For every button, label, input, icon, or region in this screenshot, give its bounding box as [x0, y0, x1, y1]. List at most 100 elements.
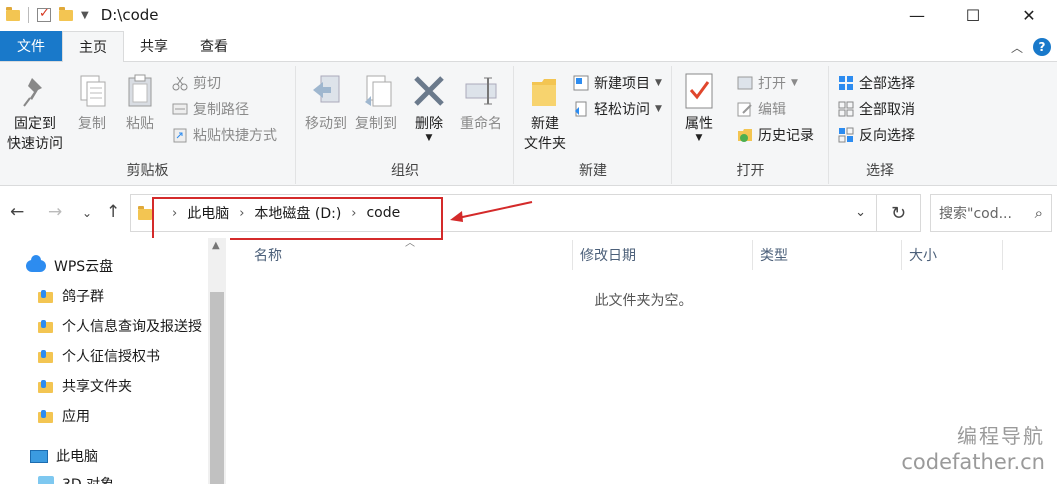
organize-group: 移动到 复制到 删除 ▼ 重命名 组织 — [297, 66, 514, 184]
sidebar-item-credit-authorization[interactable]: 个人征信授权书 — [38, 346, 160, 366]
tab-view[interactable]: 查看 — [184, 31, 244, 61]
toolbar-divider — [28, 7, 29, 23]
copy-to-label: 复制到 — [355, 116, 397, 132]
close-button[interactable]: ✕ — [1001, 0, 1057, 30]
scroll-up-icon[interactable]: ▲ — [212, 240, 220, 251]
sidebar-item-shared-folder[interactable]: 共享文件夹 — [38, 376, 132, 396]
shared-folder-icon — [38, 349, 54, 363]
customize-toolbar-dropdown-icon[interactable]: ▼ — [81, 10, 89, 21]
new-folder-label-line2: 文件夹 — [524, 136, 566, 152]
select-none-label: 全部取消 — [859, 102, 915, 118]
copy-path-button[interactable]: 复制路径 — [172, 98, 249, 120]
paste-button[interactable]: 粘贴 — [120, 72, 160, 134]
new-folder-button[interactable]: 新建 文件夹 — [519, 72, 571, 154]
new-item-icon — [573, 75, 589, 91]
move-to-button[interactable]: 移动到 — [301, 72, 351, 134]
help-icon[interactable]: ? — [1033, 38, 1051, 56]
open-dropdown-icon: ▼ — [791, 78, 798, 88]
new-folder-icon — [528, 72, 562, 110]
recent-locations-chevron-icon[interactable]: ⌄ — [82, 206, 92, 220]
history-label: 历史记录 — [758, 128, 814, 144]
column-header-size[interactable]: 大小 — [909, 240, 937, 270]
sidebar-item-personal-info[interactable]: 个人信息查询及报送授 — [38, 316, 208, 336]
scrollbar-thumb[interactable] — [210, 292, 224, 484]
apps-folder-icon — [38, 409, 54, 423]
navigation-pane: WPS云盘 鸽子群 个人信息查询及报送授 个人征信授权书 共享文件夹 应用 此电… — [0, 238, 230, 484]
column-divider[interactable] — [1002, 240, 1003, 270]
properties-icon[interactable] — [37, 6, 51, 22]
paste-shortcut-button[interactable]: 粘贴快捷方式 — [172, 124, 277, 146]
watermark-url: codefather.cn — [901, 450, 1045, 474]
up-arrow-icon[interactable]: ↑ — [106, 202, 120, 222]
sidebar-item-3d-objects[interactable]: 3D 对象 — [38, 474, 114, 484]
paste-label: 粘贴 — [126, 116, 154, 132]
sidebar-scrollbar[interactable]: ▲ — [208, 238, 226, 484]
title-bar: ▼ D:\code — ☐ ✕ — [0, 0, 1057, 30]
clipboard-group-label: 剪贴板 — [126, 163, 169, 179]
sidebar-item-apps[interactable]: 应用 — [38, 406, 90, 426]
collapse-ribbon-icon[interactable]: ︿ — [1011, 39, 1023, 56]
history-button[interactable]: 历史记录 — [737, 124, 814, 146]
copy-to-button[interactable]: 复制到 — [351, 72, 401, 134]
watermark-title: 编程导航 — [957, 424, 1045, 448]
sidebar-item-wps-cloud[interactable]: WPS云盘 — [26, 255, 114, 276]
sidebar-item-this-pc[interactable]: 此电脑 — [30, 446, 98, 466]
select-none-icon — [838, 101, 854, 117]
sidebar-item-label: WPS云盘 — [54, 259, 114, 275]
select-none-button[interactable]: 全部取消 — [838, 98, 915, 120]
minimize-button[interactable]: — — [889, 0, 945, 30]
select-all-label: 全部选择 — [859, 76, 915, 92]
new-folder-label-line1: 新建 — [531, 116, 559, 132]
copy-button[interactable]: 复制 — [72, 72, 112, 134]
tab-share[interactable]: 共享 — [124, 31, 184, 61]
paste-icon — [123, 72, 157, 110]
copy-label: 复制 — [78, 116, 106, 132]
open-icon — [737, 75, 753, 91]
3d-objects-icon — [38, 476, 54, 484]
properties-button[interactable]: 属性 ▼ — [679, 72, 719, 143]
folder-icon — [6, 6, 20, 21]
easy-access-dropdown-icon: ▼ — [655, 104, 662, 114]
quick-access-toolbar: ▼ — [0, 6, 89, 23]
column-divider[interactable] — [572, 240, 573, 270]
window-controls: — ☐ ✕ — [889, 0, 1057, 30]
scissors-icon — [172, 75, 188, 91]
column-header-name[interactable]: 名称 — [254, 240, 282, 270]
column-header-type[interactable]: 类型 — [760, 240, 788, 270]
column-header-date-modified[interactable]: 修改日期 — [580, 240, 636, 270]
sidebar-item-label: 共享文件夹 — [62, 379, 132, 395]
new-item-label: 新建项目 — [594, 76, 650, 92]
invert-selection-label: 反向选择 — [859, 128, 915, 144]
column-divider[interactable] — [752, 240, 753, 270]
easy-access-button[interactable]: 轻松访问 ▼ — [573, 98, 662, 120]
rename-button[interactable]: 重命名 — [455, 72, 507, 134]
new-group-label: 新建 — [579, 163, 607, 179]
address-history-dropdown-icon[interactable]: ⌄ — [855, 205, 866, 220]
empty-folder-message: 此文件夹为空。 — [594, 293, 693, 309]
copy-path-icon — [172, 101, 188, 117]
easy-access-icon — [573, 101, 589, 117]
delete-button[interactable]: 删除 ▼ — [409, 72, 449, 143]
refresh-button[interactable]: ↻ — [877, 194, 921, 232]
forward-arrow-icon[interactable]: → — [48, 202, 62, 222]
paste-shortcut-icon — [172, 127, 188, 143]
open-button[interactable]: 打开 ▼ — [737, 72, 798, 94]
organize-group-label: 组织 — [391, 163, 419, 179]
tab-file[interactable]: 文件 — [0, 31, 62, 61]
cut-button[interactable]: 剪切 — [172, 72, 221, 94]
sidebar-item-label: 个人征信授权书 — [62, 349, 160, 365]
select-all-button[interactable]: 全部选择 — [838, 72, 915, 94]
tab-home[interactable]: 主页 — [62, 31, 124, 62]
new-folder-icon[interactable] — [59, 6, 73, 21]
move-to-label: 移动到 — [305, 116, 347, 132]
invert-selection-button[interactable]: 反向选择 — [838, 124, 915, 146]
maximize-button[interactable]: ☐ — [945, 0, 1001, 30]
cut-label: 剪切 — [193, 76, 221, 92]
new-item-button[interactable]: 新建项目 ▼ — [573, 72, 662, 94]
pin-to-quick-access-button[interactable]: 固定到 快速访问 — [4, 72, 66, 154]
column-divider[interactable] — [901, 240, 902, 270]
computer-icon — [30, 449, 48, 463]
back-arrow-icon[interactable]: ← — [10, 202, 24, 222]
search-input[interactable]: 搜索"cod... ⌕ — [930, 194, 1052, 232]
edit-button[interactable]: 编辑 — [737, 98, 786, 120]
